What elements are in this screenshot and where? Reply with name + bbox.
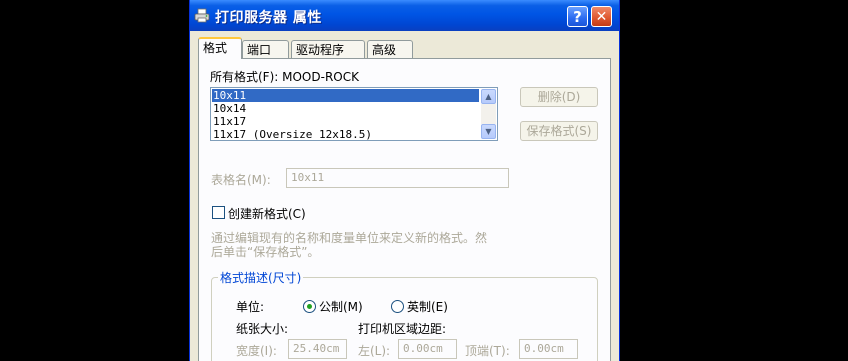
scroll-up-button[interactable]: ▲ [481,89,496,104]
form-name-field[interactable]: 10x11 [286,168,509,188]
scrollbar-track[interactable] [481,104,496,124]
left-margin-label: 左(L): [358,344,391,358]
tab-advanced[interactable]: 高级 [367,40,413,58]
english-label[interactable]: 英制(E) [407,298,448,315]
formats-listbox[interactable]: 10x11 10x14 11x17 11x17 (Oversize 12x18.… [210,87,498,141]
metric-radio[interactable] [303,300,316,313]
chevron-down-icon: ▼ [485,127,492,136]
form-name-label: 表格名(M): [211,173,271,187]
list-item[interactable]: 10x11 [212,89,479,102]
paper-size-label: 纸张大小: [236,322,289,336]
tab-ports[interactable]: 端口 [242,40,289,58]
printer-icon [194,8,210,23]
list-item[interactable]: 11x17 [212,115,479,128]
title-bar[interactable]: 打印服务器 属性 ? ✕ [190,0,619,31]
list-item[interactable]: 11x17 (Oversize 12x18.5) [212,128,479,140]
top-margin-label: 顶端(T): [465,344,510,358]
close-button[interactable]: ✕ [591,6,612,27]
metric-label[interactable]: 公制(M) [319,298,363,315]
tab-drivers[interactable]: 驱动程序 [291,40,365,58]
english-radio[interactable] [391,300,404,313]
all-formats-label: 所有格式(F): MOOD-ROCK [210,70,359,84]
window-title: 打印服务器 属性 [215,10,322,26]
create-new-help-line2: 后单击“保存格式”。 [211,245,320,259]
delete-button[interactable]: 删除(D) [520,87,598,107]
help-button[interactable]: ? [567,6,588,27]
chevron-up-icon: ▲ [485,92,492,101]
save-format-button[interactable]: 保存格式(S) [520,121,598,141]
radio-selected-dot [307,304,312,309]
format-description-title: 格式描述(尺寸) [218,269,304,286]
left-margin-field[interactable]: 0.00cm [398,339,457,359]
width-label: 宽度(I): [236,344,277,358]
list-item[interactable]: 10x14 [212,102,479,115]
printer-margins-label: 打印机区域边距: [358,322,447,336]
server-properties-dialog: 打印服务器 属性 ? ✕ 格式 端口 驱动程序 高级 所有格式(F): MOOD… [189,0,620,361]
tab-format[interactable]: 格式 [198,37,242,59]
scroll-down-button[interactable]: ▼ [481,124,496,139]
top-margin-field[interactable]: 0.00cm [519,339,578,359]
unit-label: 单位: [236,300,265,314]
create-new-label[interactable]: 创建新格式(C) [228,205,306,222]
width-field[interactable]: 25.40cm [288,339,347,359]
create-new-checkbox[interactable] [212,206,225,219]
